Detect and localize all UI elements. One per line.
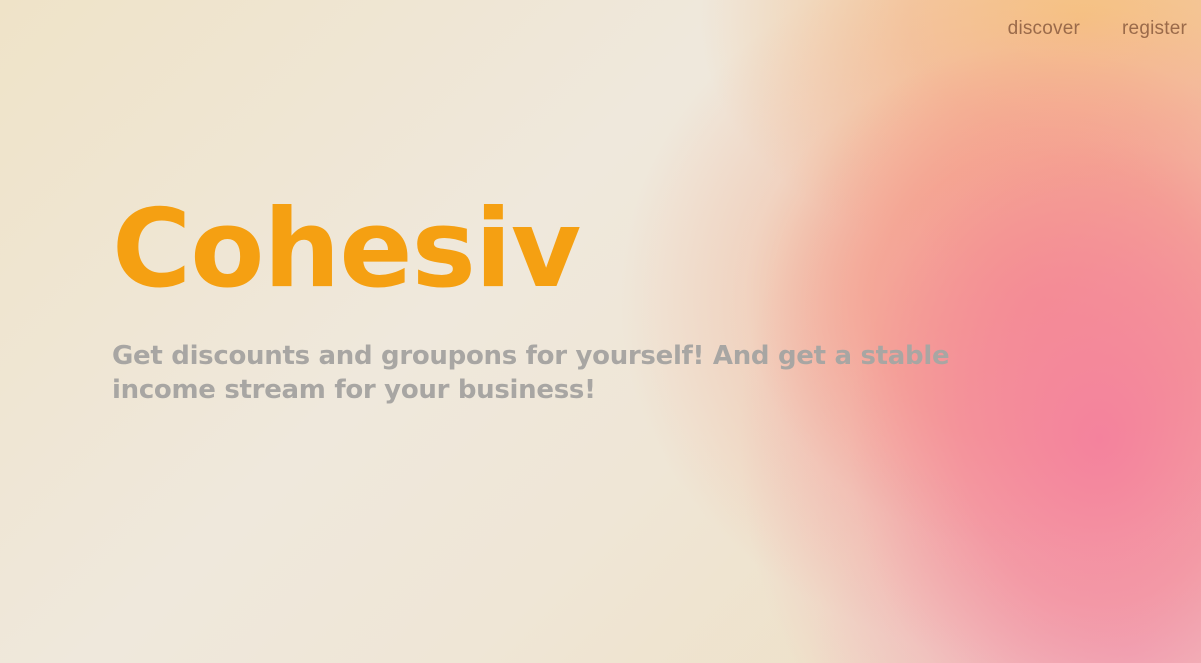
hero-tagline: Get discounts and groupons for yourself!… (112, 341, 950, 405)
brand-title: Cohesiv (112, 187, 581, 312)
hero-section: Cohesiv Get discounts and groupons for y… (112, 196, 992, 433)
top-nav: discover register (1008, 18, 1187, 40)
nav-link-discover[interactable]: discover (1008, 18, 1080, 40)
nav-link-register[interactable]: register (1122, 18, 1187, 40)
